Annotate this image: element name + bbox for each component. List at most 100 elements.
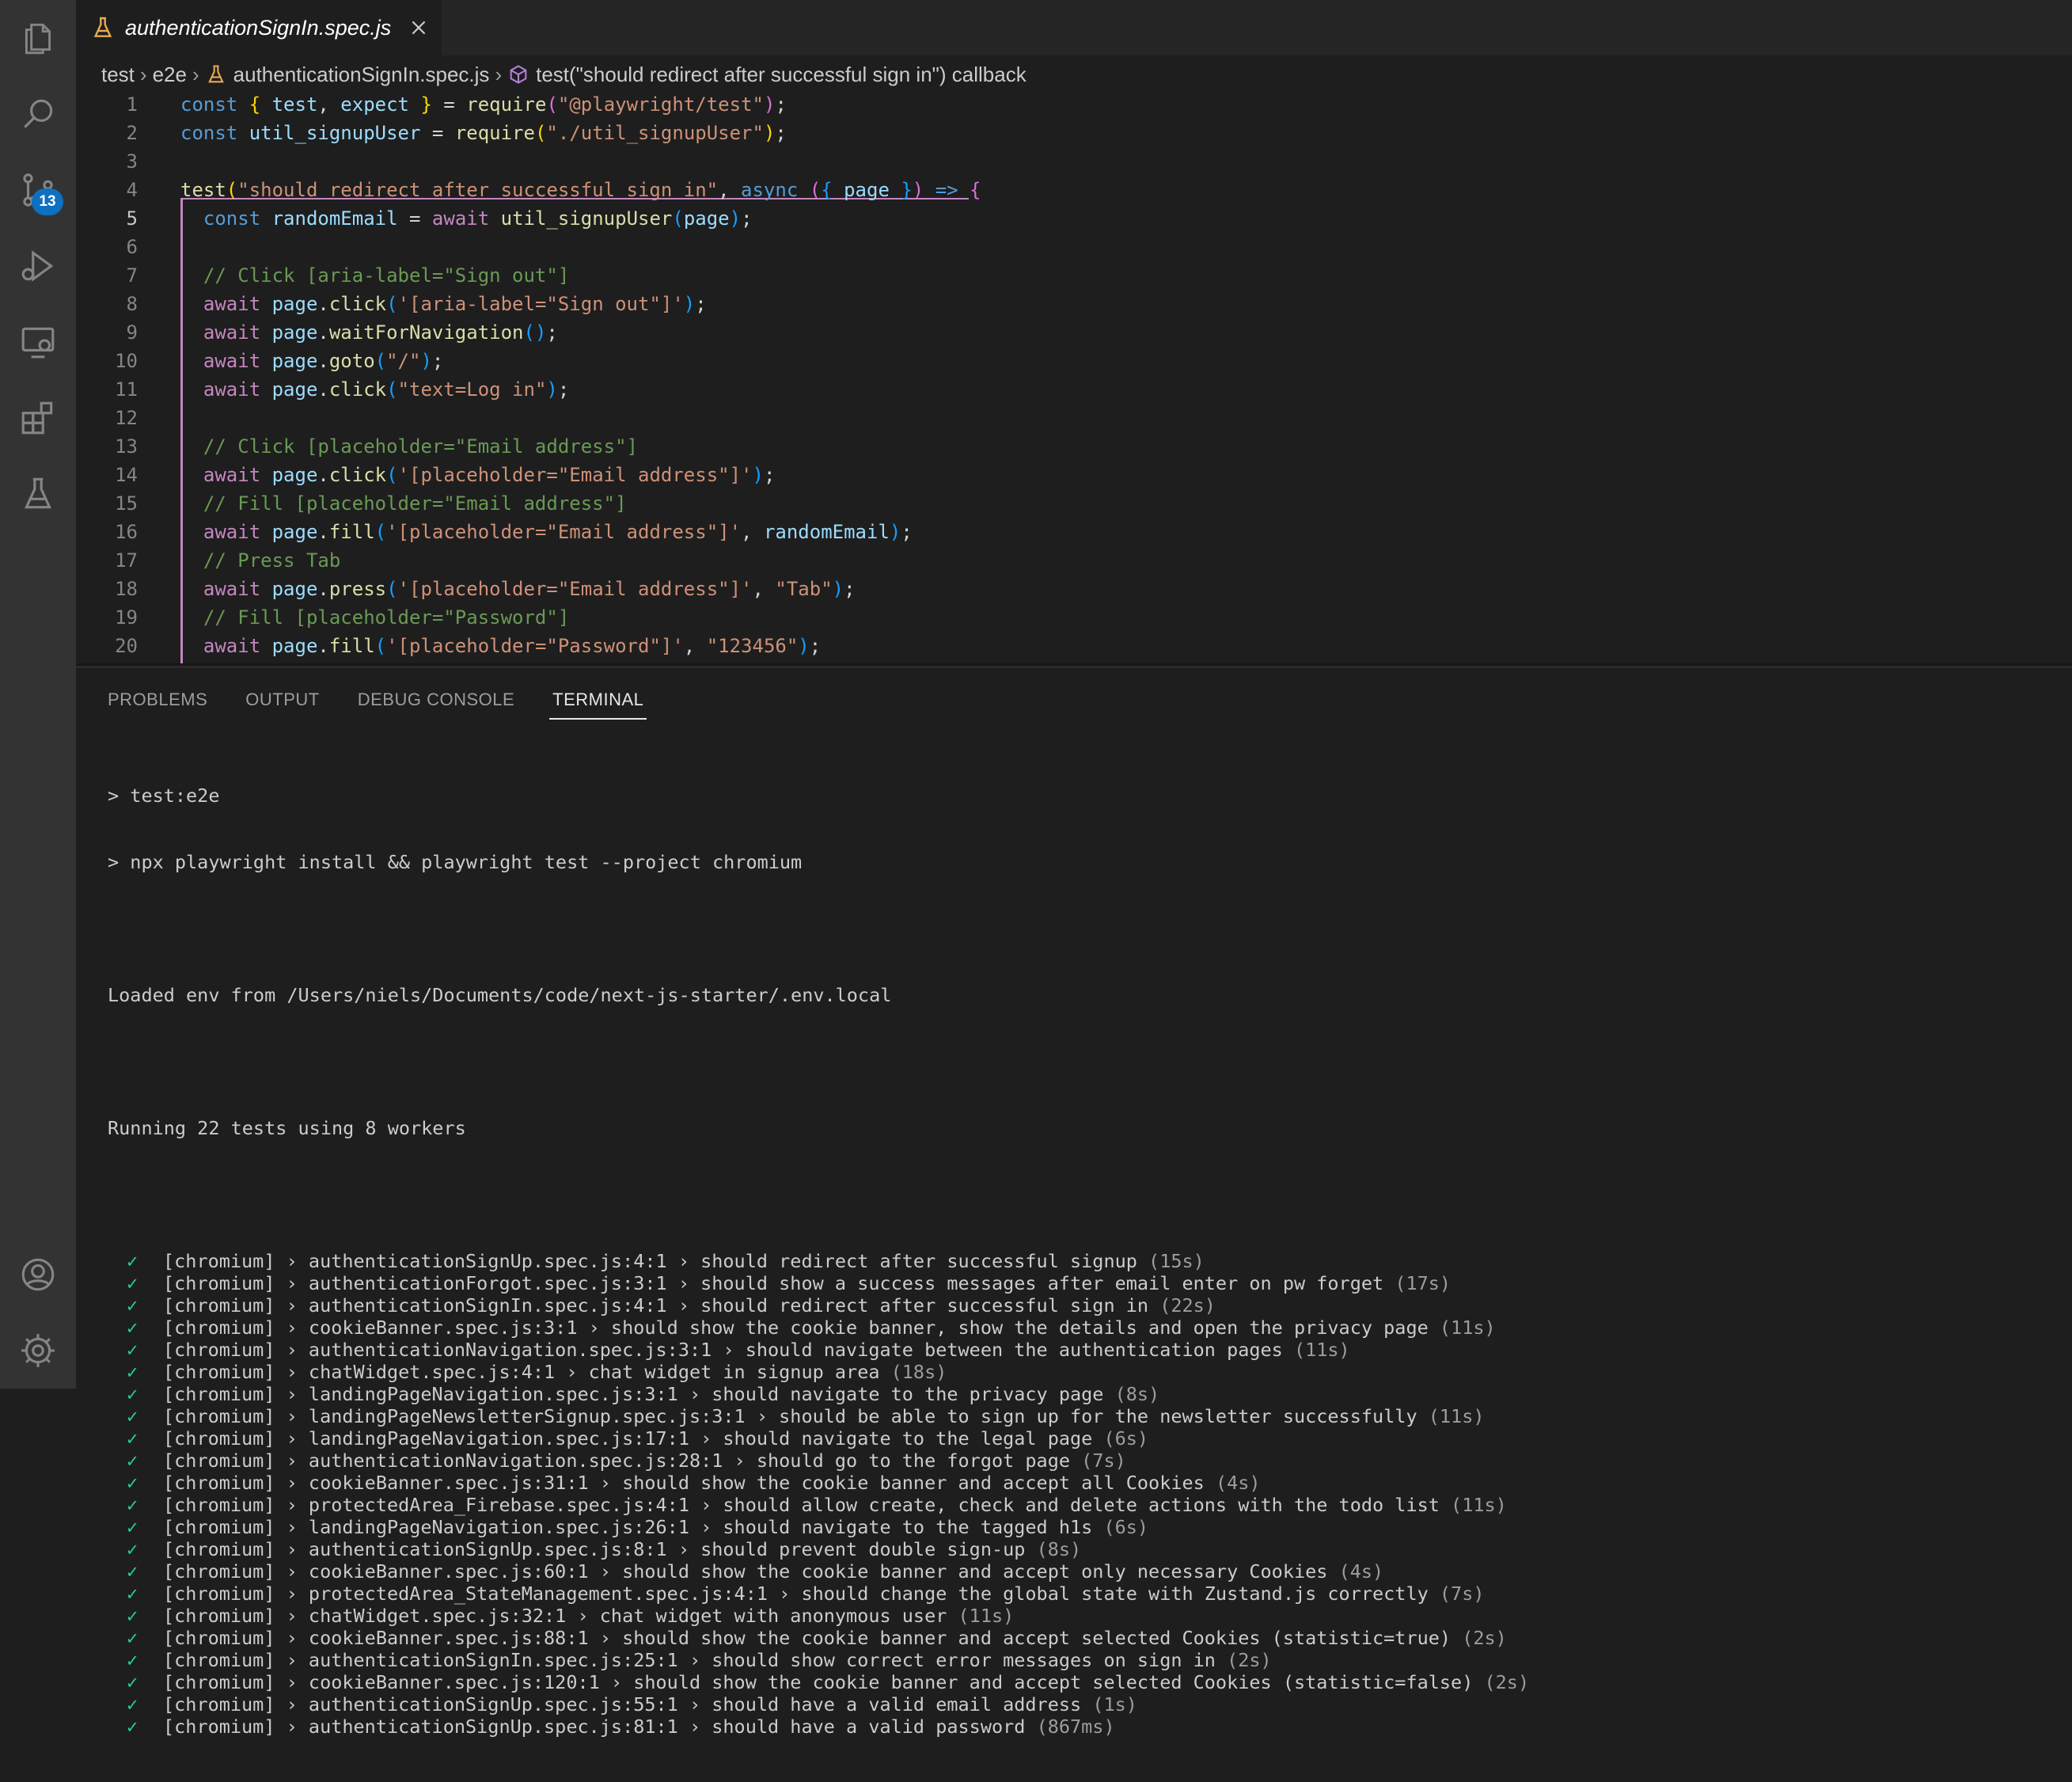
code-line[interactable]: 3 xyxy=(76,147,2055,176)
test-result-text: [chromium] › authenticationSignIn.spec.j… xyxy=(163,1294,1160,1317)
panel-tabs: PROBLEMS OUTPUT DEBUG CONSOLE TERMINAL xyxy=(108,688,681,720)
code-line[interactable]: 12 xyxy=(76,404,2055,432)
test-result-row: ✓ [chromium] › protectedArea_Firebase.spe… xyxy=(108,1494,2072,1516)
code-text: await page.fill('[placeholder="Email add… xyxy=(203,521,913,543)
test-result-text: [chromium] › authenticationNavigation.sp… xyxy=(163,1450,1082,1472)
test-duration: (8s) xyxy=(1114,1383,1160,1405)
code-line[interactable]: 18 await page.press('[placeholder="Email… xyxy=(76,575,2055,603)
test-result-text: [chromium] › chatWidget.spec.js:32:1 › c… xyxy=(163,1605,958,1627)
tab-problems[interactable]: PROBLEMS xyxy=(108,688,207,720)
terminal-output[interactable]: > test:e2e > npx playwright install && p… xyxy=(108,740,2072,1782)
test-result-row: ✓ [chromium] › chatWidget.spec.js:4:1 › c… xyxy=(108,1361,2072,1383)
code-text: const { test, expect } = require("@playw… xyxy=(180,93,787,116)
code-line[interactable]: 2 const util_signupUser = require("./util… xyxy=(76,119,2055,147)
test-duration: (17s) xyxy=(1395,1272,1452,1294)
manage-gear-icon[interactable] xyxy=(16,1328,60,1373)
tab-debug-console[interactable]: DEBUG CONSOLE xyxy=(358,688,514,720)
check-icon: ✓ xyxy=(127,1472,139,1494)
check-icon: ✓ xyxy=(127,1317,139,1339)
check-icon: ✓ xyxy=(127,1339,139,1361)
test-result-text: [chromium] › authenticationNavigation.sp… xyxy=(163,1339,1294,1361)
tab-terminal[interactable]: TERMINAL xyxy=(549,688,647,720)
code-line[interactable]: 9 await page.waitForNavigation(); xyxy=(76,318,2055,347)
check-icon: ✓ xyxy=(127,1671,139,1693)
test-duration: (8s) xyxy=(1036,1538,1082,1560)
code-line[interactable]: 7 // Click [aria-label="Sign out"] xyxy=(76,261,2055,290)
check-icon: ✓ xyxy=(127,1605,139,1627)
editor-tab-authenticationSignIn[interactable]: authenticationSignIn.spec.js xyxy=(76,0,442,55)
code-text: const util_signupUser = require("./util_… xyxy=(180,122,787,144)
line-number: 19 xyxy=(115,606,138,629)
code-line[interactable]: 11 await page.click("text=Log in"); xyxy=(76,375,2055,404)
code-line[interactable]: 19 // Fill [placeholder="Password"] xyxy=(76,603,2055,632)
breadcrumb-item-file[interactable]: authenticationSignIn.spec.js xyxy=(233,63,490,87)
terminal-env-line: Loaded env from /Users/niels/Documents/c… xyxy=(108,984,892,1006)
test-result-text: [chromium] › cookieBanner.spec.js:3:1 › … xyxy=(163,1317,1440,1339)
test-result-row: ✓ [chromium] › landingPageNavigation.spec… xyxy=(108,1516,2072,1538)
code-text: // Press Tab xyxy=(203,549,341,572)
line-number: 6 xyxy=(126,236,138,258)
test-duration: (22s) xyxy=(1159,1294,1216,1317)
code-line[interactable]: 13 // Click [placeholder="Email address"… xyxy=(76,432,2055,461)
code-line[interactable]: 14 await page.click('[placeholder="Email… xyxy=(76,461,2055,489)
test-result-row: ✓ [chromium] › authenticationSignUp.spec.… xyxy=(108,1538,2072,1560)
terminal-command-line: > npx playwright install && playwright t… xyxy=(108,851,803,873)
breadcrumb-item-symbol[interactable]: test("should redirect after successful s… xyxy=(536,63,1027,87)
code-line[interactable]: 10 await page.goto("/"); xyxy=(76,347,2055,375)
code-line[interactable]: 6 xyxy=(76,233,2055,261)
test-result-text: [chromium] › cookieBanner.spec.js:31:1 ›… xyxy=(163,1472,1216,1494)
test-duration: (11s) xyxy=(1428,1405,1485,1427)
check-icon: ✓ xyxy=(127,1716,139,1738)
bottom-panel: PROBLEMS OUTPUT DEBUG CONSOLE TERMINAL >… xyxy=(76,667,2072,1738)
test-result-text: [chromium] › authenticationSignIn.spec.j… xyxy=(163,1649,1228,1671)
test-result-text: [chromium] › cookieBanner.spec.js:60:1 ›… xyxy=(163,1560,1339,1583)
test-result-text: [chromium] › protectedArea_StateManageme… xyxy=(163,1583,1440,1605)
check-icon: ✓ xyxy=(127,1649,139,1671)
tab-output[interactable]: OUTPUT xyxy=(245,688,319,720)
code-line[interactable]: 17 // Press Tab xyxy=(76,546,2055,575)
check-icon: ✓ xyxy=(127,1583,139,1605)
code-line[interactable]: 8 await page.click('[aria-label="Sign ou… xyxy=(76,290,2055,318)
test-result-text: [chromium] › protectedArea_Firebase.spec… xyxy=(163,1494,1452,1516)
code-text: // Fill [placeholder="Password"] xyxy=(203,606,570,629)
chevron-right-icon: › xyxy=(495,62,503,86)
code-line[interactable]: 1 const { test, expect } = require("@play… xyxy=(76,90,2055,119)
line-number: 7 xyxy=(126,264,138,287)
breadcrumb-item-test[interactable]: test xyxy=(101,63,135,87)
source-control-badge: 13 xyxy=(32,188,63,215)
testing-icon[interactable] xyxy=(16,472,60,516)
test-duration: (2s) xyxy=(1462,1627,1507,1649)
terminal-script-line: > test:e2e xyxy=(108,785,220,807)
check-icon: ✓ xyxy=(127,1250,139,1272)
test-result-text: [chromium] › cookieBanner.spec.js:88:1 ›… xyxy=(163,1627,1463,1649)
code-line[interactable]: 20 await page.fill('[placeholder="Passwo… xyxy=(76,632,2055,660)
explorer-icon[interactable] xyxy=(16,16,60,60)
test-result-text: [chromium] › landingPageNavigation.spec.… xyxy=(163,1383,1115,1405)
line-number: 4 xyxy=(126,179,138,201)
test-duration: (6s) xyxy=(1103,1427,1149,1450)
editor-tab-bar: authenticationSignIn.spec.js xyxy=(76,0,2072,55)
code-line[interactable]: 4 test("should redirect after successful … xyxy=(76,176,2055,204)
line-number: 20 xyxy=(115,635,138,657)
code-line[interactable]: 5 const randomEmail = await util_signupU… xyxy=(76,204,2055,233)
test-result-row: ✓ [chromium] › cookieBanner.spec.js:120:1… xyxy=(108,1671,2072,1693)
code-editor[interactable]: 1 const { test, expect } = require("@play… xyxy=(76,90,2072,665)
extensions-icon[interactable] xyxy=(16,396,60,440)
code-line[interactable]: 16 await page.fill('[placeholder="Email … xyxy=(76,518,2055,546)
breadcrumb: test › e2e › authenticationSignIn.spec.j… xyxy=(101,59,1027,90)
check-icon: ✓ xyxy=(127,1383,139,1405)
code-text: await page.click("text=Log in"); xyxy=(203,378,570,401)
accounts-icon[interactable] xyxy=(16,1252,60,1297)
test-result-row: ✓ [chromium] › authenticationSignIn.spec.… xyxy=(108,1294,2072,1317)
code-line[interactable]: 15 // Fill [placeholder="Email address"] xyxy=(76,489,2055,518)
test-duration: (2s) xyxy=(1484,1671,1530,1693)
breadcrumb-item-e2e[interactable]: e2e xyxy=(153,63,187,87)
test-result-row: ✓ [chromium] › authenticationSignUp.spec.… xyxy=(108,1250,2072,1272)
run-debug-icon[interactable] xyxy=(16,244,60,288)
search-icon[interactable] xyxy=(16,92,60,136)
line-number: 13 xyxy=(115,435,138,458)
close-icon[interactable] xyxy=(407,16,431,40)
remote-explorer-icon[interactable] xyxy=(16,320,60,364)
test-duration: (4s) xyxy=(1338,1560,1384,1583)
test-result-text: [chromium] › authenticationSignUp.spec.j… xyxy=(163,1250,1149,1272)
